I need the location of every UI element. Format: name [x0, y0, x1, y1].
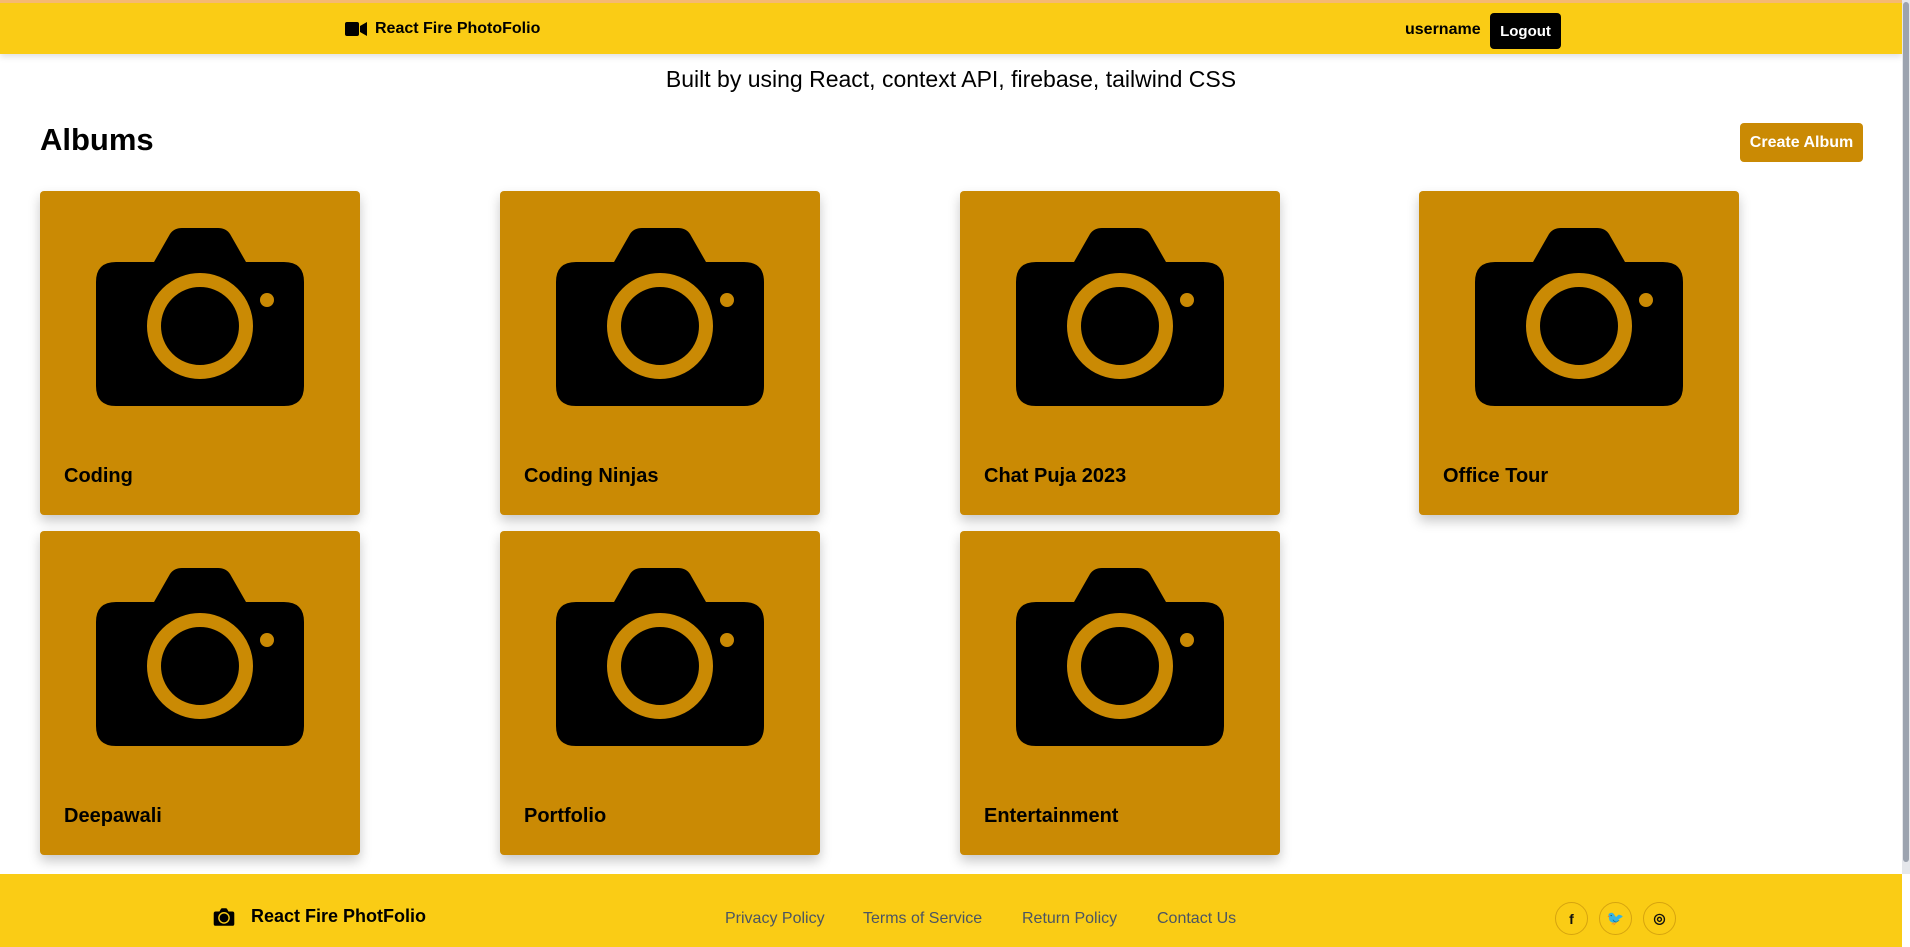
album-card[interactable]: Coding Ninjas — [500, 191, 820, 515]
page-subtitle: Built by using React, context API, fireb… — [665, 66, 1237, 92]
album-name: Chat Puja 2023 — [984, 465, 1127, 487]
camera-icon — [96, 568, 304, 746]
return-policy-link[interactable]: Return Policy — [1022, 910, 1117, 928]
brand[interactable]: React Fire PhotoFolio — [345, 20, 540, 38]
scrollbar-thumb[interactable] — [1903, 2, 1909, 862]
camera-icon — [96, 228, 304, 406]
footer: React Fire PhotFolio Privacy Policy Term… — [0, 874, 1902, 947]
scrollbar[interactable] — [1902, 0, 1910, 874]
album-name: Portfolio — [524, 805, 607, 827]
album-card[interactable]: Portfolio — [500, 531, 820, 855]
album-name: Entertainment — [984, 805, 1119, 827]
navbar: React Fire PhotoFolio username Logout — [0, 0, 1902, 54]
album-card[interactable]: Coding — [40, 191, 360, 515]
album-name: Deepawali — [64, 805, 162, 827]
page-title: Albums — [40, 122, 154, 157]
footer-brand-title: React Fire PhotFolio — [251, 906, 427, 926]
album-card[interactable]: Entertainment — [960, 531, 1280, 855]
album-card[interactable]: Office Tour — [1419, 191, 1739, 515]
camera-icon — [1016, 568, 1224, 746]
camera-icon — [556, 568, 764, 746]
album-name: Office Tour — [1443, 465, 1549, 487]
terms-of-service-link[interactable]: Terms of Service — [863, 910, 982, 928]
camera-icon — [213, 907, 235, 926]
twitter-icon[interactable]: 🐦 — [1599, 902, 1632, 935]
album-card[interactable]: Chat Puja 2023 — [960, 191, 1280, 515]
username-label: username — [1405, 21, 1481, 38]
video-icon — [345, 22, 367, 36]
album-name: Coding — [64, 465, 133, 487]
facebook-icon[interactable]: f — [1555, 902, 1588, 935]
contact-us-link[interactable]: Contact Us — [1157, 910, 1236, 928]
footer-brand[interactable]: React Fire PhotFolio — [213, 906, 426, 927]
instagram-icon[interactable]: ◎ — [1643, 902, 1676, 935]
camera-icon — [1475, 228, 1683, 406]
album-name: Coding Ninjas — [524, 465, 659, 487]
album-card[interactable]: Deepawali — [40, 531, 360, 855]
camera-icon — [556, 228, 764, 406]
privacy-policy-link[interactable]: Privacy Policy — [725, 910, 825, 928]
camera-icon — [1016, 228, 1224, 406]
brand-title: React Fire PhotoFolio — [375, 20, 541, 37]
create-album-button[interactable]: Create Album — [1740, 123, 1863, 162]
logout-button[interactable]: Logout — [1490, 13, 1561, 49]
